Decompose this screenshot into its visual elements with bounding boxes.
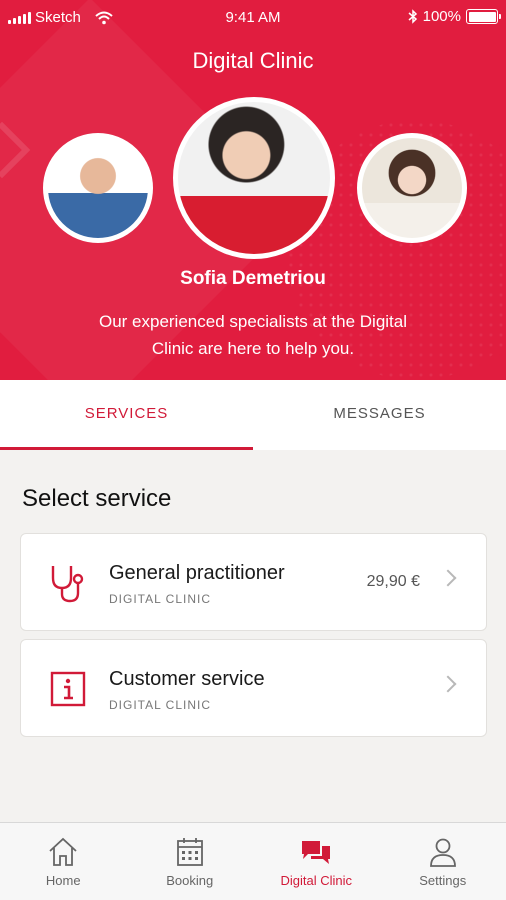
header-description: Our experienced specialists at the Digit… — [98, 312, 408, 358]
tab-bar: SERVICES MESSAGES — [0, 380, 506, 450]
service-title: Customer service — [109, 668, 265, 690]
user-icon — [429, 838, 456, 867]
tab-messages[interactable]: MESSAGES — [253, 380, 506, 450]
section-title: Select service — [22, 485, 172, 512]
chevron-right-icon — [439, 569, 457, 587]
service-title: General practitioner — [109, 562, 285, 584]
stethoscope-icon — [51, 566, 84, 603]
page-title: Digital Clinic — [192, 48, 314, 73]
specialist-avatar-featured[interactable] — [173, 97, 335, 259]
specialist-avatar-left[interactable] — [43, 133, 153, 243]
calendar-icon — [176, 838, 203, 866]
bluetooth-icon — [408, 9, 417, 24]
battery-percent: 100% — [422, 8, 461, 25]
nav-label: Home — [45, 873, 81, 888]
nav-settings[interactable]: Settings — [380, 823, 506, 900]
battery-icon — [466, 9, 501, 24]
tab-services[interactable]: SERVICES — [0, 380, 253, 450]
chat-icon — [302, 841, 331, 864]
service-subtitle: DIGITAL CLINIC — [109, 698, 212, 712]
clinic-header: Sketch 9:41 AM 100% Digital Clinic Sofia… — [0, 0, 506, 380]
home-icon — [49, 837, 77, 866]
specialist-avatar-right[interactable] — [357, 133, 467, 243]
chevron-right-icon — [439, 675, 457, 693]
status-bar: Sketch 9:41 AM 100% — [0, 0, 506, 36]
service-price: 29,90 € — [366, 573, 420, 590]
service-subtitle: DIGITAL CLINIC — [109, 592, 212, 606]
info-icon — [50, 671, 86, 707]
nav-label: Settings — [419, 873, 467, 888]
status-right-group: 100% — [408, 8, 501, 25]
nav-label: Booking — [166, 873, 214, 888]
nav-label: Digital Clinic — [280, 873, 353, 888]
nav-booking[interactable]: Booking — [127, 823, 254, 900]
service-card-customer-service[interactable]: Customer service DIGITAL CLINIC — [20, 639, 487, 737]
bottom-nav: Home Booking Digital Clinic Settings — [0, 822, 506, 900]
nav-home[interactable]: Home — [0, 823, 127, 900]
service-card-general-practitioner[interactable]: General practitioner DIGITAL CLINIC 29,9… — [20, 533, 487, 631]
nav-digital-clinic[interactable]: Digital Clinic — [253, 823, 380, 900]
featured-specialist-name: Sofia Demetriou — [180, 268, 326, 289]
